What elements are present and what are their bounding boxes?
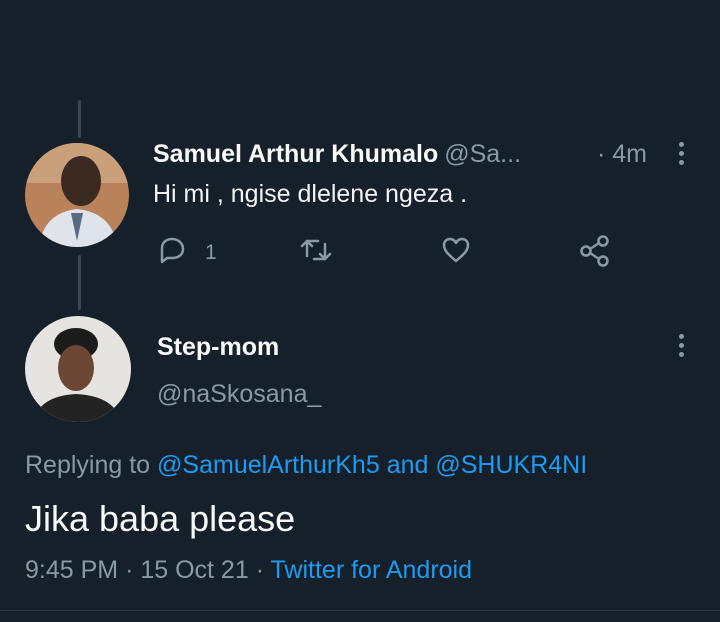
retweet-icon — [300, 239, 332, 261]
tweet-timestamp[interactable]: · 4m — [597, 140, 647, 169]
more-vertical-icon[interactable] — [676, 334, 686, 362]
meta-separator: · — [125, 556, 134, 584]
parent-tweet-text: Hi mi , ngise dlelene ngeza . — [153, 180, 468, 208]
retweet-button[interactable] — [298, 234, 334, 266]
tweet-date[interactable]: 15 Oct 21 — [140, 556, 248, 584]
avatar[interactable] — [25, 316, 131, 422]
mention-and[interactable]: and — [387, 451, 429, 479]
reply-icon — [160, 237, 185, 264]
avatar-photo-icon — [25, 143, 129, 247]
avatar-photo-icon — [25, 316, 131, 422]
share-icon — [580, 235, 609, 267]
tweet-actions-bar — [0, 234, 720, 274]
user-handle[interactable]: @naSkosana_ — [157, 380, 321, 409]
share-button[interactable] — [578, 234, 612, 268]
tweet-source-link[interactable]: Twitter for Android — [271, 556, 472, 584]
tweet-text: Jika baba please — [25, 498, 296, 539]
display-name[interactable]: Step-mom — [157, 333, 279, 362]
like-icon — [442, 237, 470, 263]
mention-link[interactable]: @SHUKR4NI — [435, 451, 587, 479]
meta-separator: · — [255, 556, 265, 584]
parent-tweet-header: Samuel Arthur Khumalo @Sa... — [153, 140, 521, 169]
tweet-time[interactable]: 9:45 PM — [25, 556, 118, 584]
avatar[interactable] — [25, 143, 129, 247]
reply-button[interactable] — [156, 234, 188, 266]
display-name[interactable]: Samuel Arthur Khumalo — [153, 140, 438, 168]
more-vertical-icon[interactable] — [676, 142, 686, 170]
tweet-metadata: 9:45 PM · 15 Oct 21 · Twitter for Androi… — [25, 556, 472, 585]
mention-link[interactable]: @SamuelArthurKh5 — [157, 451, 380, 479]
like-button[interactable] — [440, 234, 472, 266]
reply-count: 1 — [205, 241, 217, 264]
replying-prefix: Replying to — [25, 451, 151, 479]
divider — [0, 610, 720, 611]
thread-connector-top — [78, 100, 81, 138]
replying-to-line: Replying to @SamuelArthurKh5 and @SHUKR4… — [25, 451, 587, 480]
user-handle[interactable]: @Sa... — [444, 140, 521, 168]
